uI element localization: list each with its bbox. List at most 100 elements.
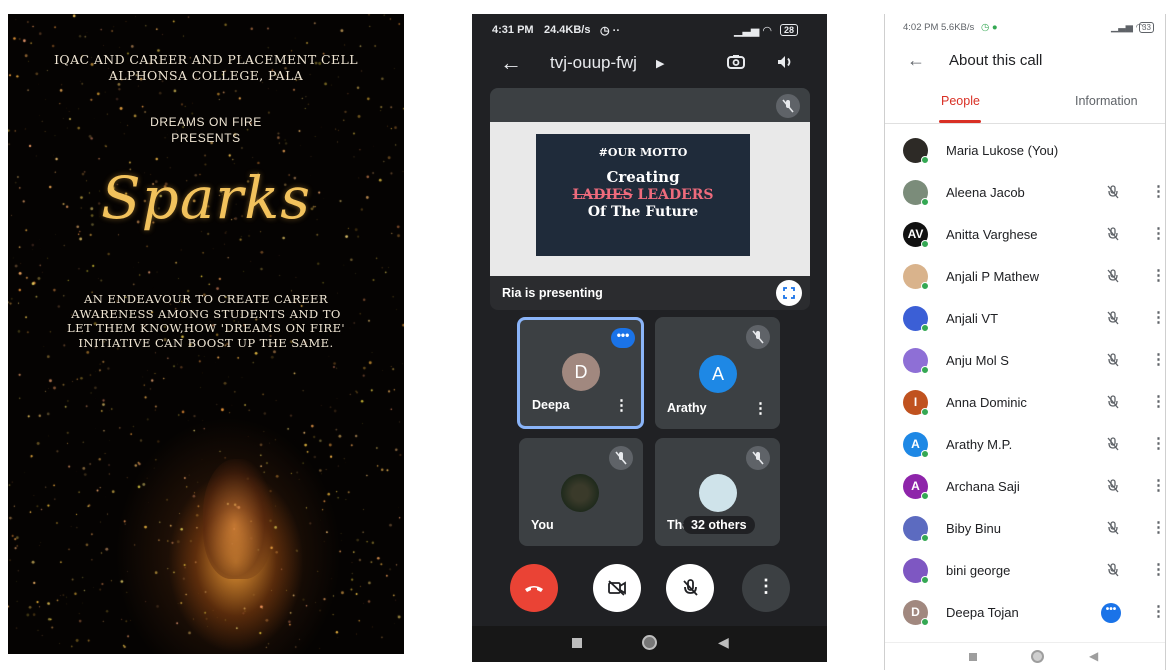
kebab-menu-icon: ⋮ [757, 576, 775, 596]
kebab-menu-icon[interactable]: ⋮ [1151, 434, 1165, 452]
avatar: A [699, 355, 737, 393]
signal-icon: ▁▃▅ ◠ [734, 25, 773, 37]
battery-icon: 33 [1139, 22, 1154, 33]
online-status-dot [921, 240, 929, 248]
kebab-menu-icon[interactable]: ⋮ [1151, 350, 1165, 368]
tile-name: Deepa [532, 398, 570, 412]
participant-name: Anitta Varghese [946, 227, 1038, 242]
tile-name: Arathy [667, 401, 707, 415]
participant-name: Biby Binu [946, 521, 1001, 536]
kebab-menu-icon[interactable]: ⋮ [1151, 392, 1165, 410]
participant-tile-you[interactable]: You [519, 438, 643, 546]
tab-people[interactable]: People [941, 94, 980, 108]
online-status-dot [921, 324, 929, 332]
muted-mic-icon [746, 325, 770, 349]
participant-row[interactable]: D Deepa Tojan ••• ⋮ [885, 592, 1165, 634]
participant-row[interactable]: A Arathy M.P. ⋮ [885, 424, 1165, 466]
meet-call-screen: 4:31 PM 24.4KB/s ◷ ·· ▁▃▅ ◠ 28 ← tvj-ouu… [472, 14, 827, 662]
tab-information[interactable]: Information [1075, 94, 1138, 108]
speaker-icon[interactable] [775, 52, 795, 72]
online-status-dot [921, 156, 929, 164]
participant-row[interactable]: AV Anitta Varghese ⋮ [885, 214, 1165, 256]
muted-mic-icon[interactable] [1105, 394, 1121, 410]
slide-line-2: LADIES LEADERS [536, 187, 750, 203]
back-icon[interactable]: ◀ [718, 634, 729, 651]
home-icon[interactable] [642, 635, 657, 650]
participant-tile-arathy[interactable]: A Arathy ⋮ [655, 317, 780, 429]
presenting-label: Ria is presenting [502, 286, 603, 300]
participant-name: bini george [946, 563, 1011, 578]
muted-mic-icon[interactable] [1105, 436, 1121, 452]
online-status-dot [921, 282, 929, 290]
muted-mic-icon[interactable] [1105, 226, 1121, 242]
more-options-icon[interactable]: ••• [1101, 603, 1121, 623]
meeting-code[interactable]: tvj-ouup-fwj [550, 53, 637, 73]
poster-face-glow [203, 459, 273, 579]
tile-name: You [531, 518, 554, 532]
recents-icon[interactable] [969, 653, 977, 661]
presentation-tile[interactable]: #OUR MOTTO Creating LADIES LEADERS Of Th… [490, 88, 810, 310]
others-count-chip[interactable]: 32 others [683, 516, 755, 534]
event-poster: IQAC AND CAREER AND PLACEMENT CELL ALPHO… [8, 14, 404, 654]
muted-mic-icon[interactable] [1105, 310, 1121, 326]
muted-mic-icon[interactable] [1105, 184, 1121, 200]
participant-tile-deepa[interactable]: ••• D Deepa ⋮ [517, 317, 644, 429]
back-arrow-icon[interactable]: ← [907, 50, 925, 71]
more-options-icon[interactable]: ••• [611, 328, 635, 348]
more-options-button[interactable]: ⋮ [742, 564, 790, 612]
back-arrow-icon[interactable]: ← [500, 50, 522, 76]
participant-row[interactable]: I Anna Dominic ⋮ [885, 382, 1165, 424]
switch-camera-icon[interactable] [726, 52, 746, 72]
kebab-menu-icon[interactable]: ⋮ [753, 399, 768, 417]
participant-row[interactable]: Biby Binu ⋮ [885, 508, 1165, 550]
muted-mic-icon [746, 446, 770, 470]
slide-strike-word: LADIES [572, 187, 633, 203]
kebab-menu-icon[interactable]: ⋮ [1151, 518, 1165, 536]
fullscreen-icon[interactable] [776, 280, 802, 306]
status-speed: 24.4KB/s [544, 24, 591, 36]
poster-description: AN ENDEAVOUR TO CREATE CAREER AWARENESS … [66, 292, 346, 350]
back-icon[interactable]: ◀ [1089, 649, 1098, 663]
muted-mic-icon[interactable] [1105, 478, 1121, 494]
caret-right-icon[interactable]: ▶ [656, 57, 664, 70]
participant-row[interactable]: Anju Mol S ⋮ [885, 340, 1165, 382]
slide-line-3: Of The Future [587, 204, 699, 220]
participant-row[interactable]: Anjali P Mathew ⋮ [885, 256, 1165, 298]
kebab-menu-icon[interactable]: ⋮ [1151, 560, 1165, 578]
kebab-menu-icon[interactable]: ⋮ [614, 396, 629, 414]
poster-presents-line: PRESENTS [171, 131, 241, 145]
participant-row[interactable]: A Archana Saji ⋮ [885, 466, 1165, 508]
participant-tile-others[interactable]: Tha 32 others [655, 438, 780, 546]
kebab-menu-icon[interactable]: ⋮ [1151, 602, 1165, 620]
participant-row[interactable]: Aleena Jacob ⋮ [885, 172, 1165, 214]
participant-name: Maria Lukose (You) [946, 143, 1059, 158]
online-status-dot [921, 576, 929, 584]
muted-mic-icon [776, 94, 800, 118]
phone-hangup-icon [525, 586, 543, 592]
page-title: About this call [949, 52, 1043, 69]
kebab-menu-icon[interactable]: ⋮ [1151, 476, 1165, 494]
muted-mic-icon[interactable] [1105, 562, 1121, 578]
participant-name: Anjali P Mathew [946, 269, 1039, 284]
participant-row[interactable]: Maria Lukose (You) [885, 130, 1165, 172]
mic-toggle-button[interactable] [666, 564, 714, 612]
camera-toggle-button[interactable] [593, 564, 641, 612]
kebab-menu-icon[interactable]: ⋮ [1151, 182, 1165, 200]
online-status-dot [921, 366, 929, 374]
end-call-button[interactable] [510, 564, 558, 612]
status-extra: ◷ ·· [600, 25, 620, 37]
kebab-menu-icon[interactable]: ⋮ [1151, 266, 1165, 284]
kebab-menu-icon[interactable]: ⋮ [1151, 224, 1165, 242]
kebab-menu-icon[interactable]: ⋮ [1151, 308, 1165, 326]
slide-line-2-rest: LEADERS [632, 187, 714, 203]
recents-icon[interactable] [572, 638, 582, 648]
status-speed: 5.6KB/s [941, 22, 975, 33]
participant-row[interactable]: Anjali VT ⋮ [885, 298, 1165, 340]
participant-name: Anju Mol S [946, 353, 1009, 368]
participant-row[interactable]: bini george ⋮ [885, 550, 1165, 592]
home-icon[interactable] [1031, 650, 1044, 663]
muted-mic-icon[interactable] [1105, 352, 1121, 368]
slide-line-1: Creating [606, 168, 680, 186]
muted-mic-icon[interactable] [1105, 520, 1121, 536]
muted-mic-icon[interactable] [1105, 268, 1121, 284]
